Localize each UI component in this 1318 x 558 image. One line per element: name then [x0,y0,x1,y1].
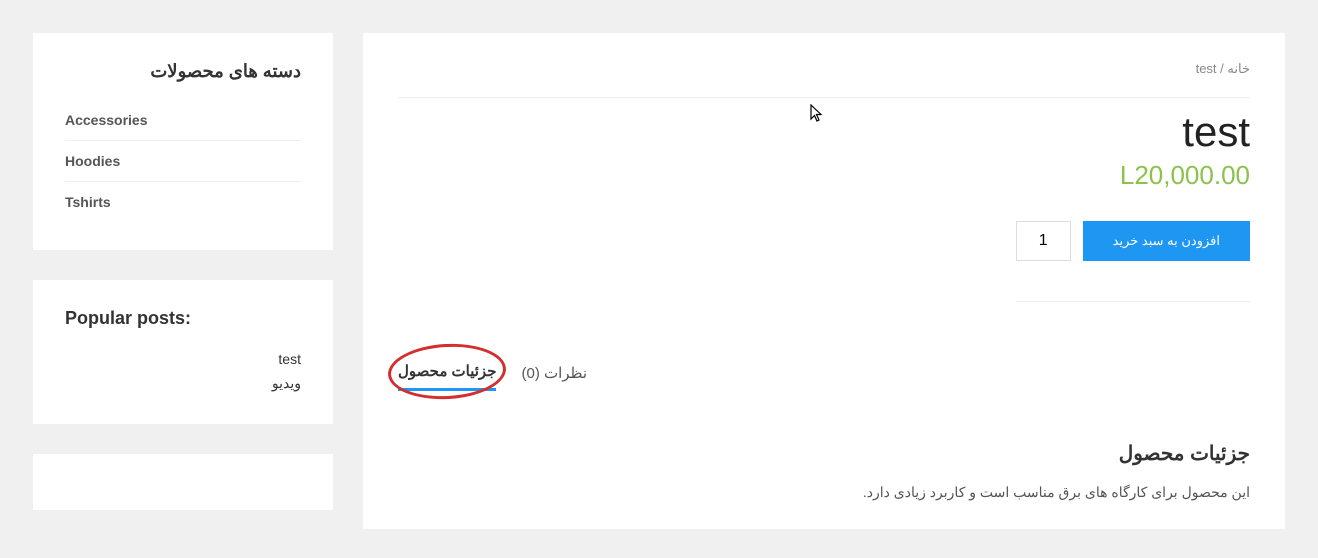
details-heading: جزئیات محصول [398,441,1250,466]
category-item-accessories[interactable]: Accessories [65,100,301,141]
tab-reviews[interactable]: نظرات (0) [521,364,587,390]
breadcrumb-home[interactable]: خانه [1227,61,1250,76]
add-to-cart-button[interactable]: افزودن به سبد خرید [1083,221,1250,261]
popular-posts-title: Popular posts: [65,308,301,329]
quantity-input[interactable] [1016,221,1071,261]
product-tabs: جزئیات محصول نظرات (0) [398,362,1250,391]
product-price: L20,000.00 [1120,160,1250,191]
category-item-tshirts[interactable]: Tshirts [65,182,301,222]
breadcrumb: خانه / test [398,61,1250,98]
details-body: این محصول برای کارگاه های برق مناسب است … [398,484,1250,501]
popular-posts-widget: Popular posts: test ویدیو [33,280,333,424]
widget-placeholder [33,454,333,510]
categories-widget: دسته های محصولات Accessories Hoodies Tsh… [33,33,333,250]
category-item-hoodies[interactable]: Hoodies [65,141,301,182]
popular-post-link-video[interactable]: ویدیو [65,371,301,396]
product-title: test [1182,108,1250,156]
popular-post-link-test[interactable]: test [65,347,301,371]
tab-details[interactable]: جزئیات محصول [398,362,496,391]
categories-title: دسته های محصولات [65,61,301,82]
product-main: خانه / test test L20,000.00 افزودن به سب… [363,33,1285,529]
category-list: Accessories Hoodies Tshirts [65,100,301,222]
breadcrumb-sep: / [1217,61,1228,76]
breadcrumb-current: test [1196,61,1217,76]
